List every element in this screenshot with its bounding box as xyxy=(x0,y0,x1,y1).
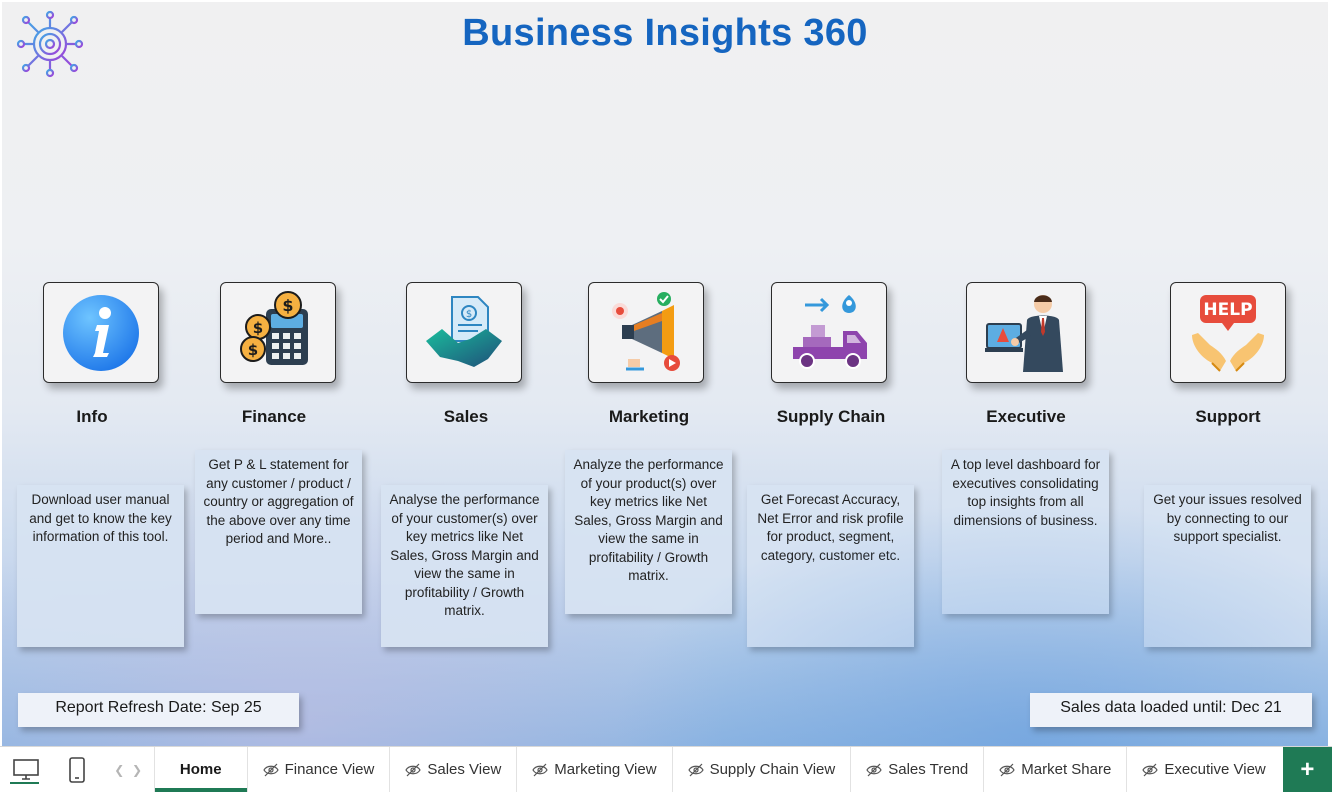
module-label-sales: Sales xyxy=(443,407,489,426)
info-icon xyxy=(63,294,139,371)
sales-tile[interactable]: $ xyxy=(406,282,522,383)
module-desc-executive: A top level dashboard for executives con… xyxy=(942,450,1109,614)
businessman-presentation-icon xyxy=(985,294,1063,372)
tab-label: Sales View xyxy=(427,761,502,778)
mobile-layout-button[interactable] xyxy=(51,747,102,792)
hidden-eye-icon xyxy=(866,763,882,776)
chevron-left-icon[interactable]: ❮ xyxy=(114,763,124,777)
chevron-right-icon[interactable]: ❯ xyxy=(132,763,142,777)
report-refresh-date: Report Refresh Date: Sep 25 xyxy=(18,693,299,727)
page-tab-bar: ❮ ❯ Home Finance View Sales View Marketi… xyxy=(0,746,1332,792)
module-desc-marketing: Analyze the performance of your product(… xyxy=(565,450,732,614)
tab-label: Finance View xyxy=(284,761,375,778)
help-hands-icon: HELP xyxy=(1192,294,1264,372)
report-canvas: Business Insights 360 Info Download user… xyxy=(2,2,1328,746)
tab-market-share[interactable]: Market Share xyxy=(983,747,1126,792)
tab-label: Home xyxy=(179,761,222,778)
hidden-eye-icon xyxy=(262,763,279,776)
module-label-finance: Finance xyxy=(241,407,307,426)
hidden-eye-icon xyxy=(687,763,704,776)
svg-text:$: $ xyxy=(248,341,258,359)
svg-text:$: $ xyxy=(253,319,263,337)
module-desc-info: Download user manual and get to know the… xyxy=(17,485,184,647)
supply-chain-tile[interactable] xyxy=(771,282,887,383)
finance-tile[interactable]: $ $ $ xyxy=(220,282,336,383)
tab-scroll-controls: ❮ ❯ xyxy=(102,747,153,792)
svg-text:HELP: HELP xyxy=(1203,300,1252,320)
tab-home[interactable]: Home xyxy=(153,747,247,792)
megaphone-icon xyxy=(612,291,680,371)
tab-marketing-view[interactable]: Marketing View xyxy=(516,747,671,792)
svg-text:$: $ xyxy=(282,296,293,315)
handshake-contract-icon: $ xyxy=(426,295,502,367)
tab-label: Marketing View xyxy=(554,761,657,778)
tab-finance-view[interactable]: Finance View xyxy=(246,747,390,792)
info-tile[interactable] xyxy=(43,282,159,383)
tab-executive-view[interactable]: Executive View xyxy=(1126,747,1280,792)
svg-text:$: $ xyxy=(466,309,472,320)
mobile-phone-icon xyxy=(69,756,85,783)
module-label-supply-chain: Supply Chain xyxy=(776,407,886,426)
hidden-eye-icon xyxy=(999,763,1015,776)
tab-supply-chain-view[interactable]: Supply Chain View xyxy=(671,747,851,792)
executive-tile[interactable] xyxy=(966,282,1086,383)
sales-data-loaded: Sales data loaded until: Dec 21 xyxy=(1030,693,1312,727)
tab-label: Executive View xyxy=(1164,761,1266,778)
support-tile[interactable]: HELP xyxy=(1170,282,1286,383)
hidden-eye-icon xyxy=(1142,763,1159,776)
module-desc-support: Get your issues resolved by connecting t… xyxy=(1144,485,1311,647)
hidden-eye-icon xyxy=(532,763,548,776)
hidden-eye-icon xyxy=(405,763,422,776)
marketing-tile[interactable] xyxy=(588,282,704,383)
tab-label: Sales Trend xyxy=(888,761,969,778)
tab-sales-trend[interactable]: Sales Trend xyxy=(850,747,983,792)
tab-label: Supply Chain View xyxy=(709,761,836,778)
module-label-marketing: Marketing xyxy=(608,407,690,426)
page-title: Business Insights 360 xyxy=(462,12,868,54)
desktop-icon xyxy=(12,758,39,780)
calculator-coins-icon: $ $ $ xyxy=(240,290,308,365)
module-desc-sales: Analyse the performance of your customer… xyxy=(381,485,548,647)
tab-sales-view[interactable]: Sales View xyxy=(389,747,516,792)
module-desc-supply-chain: Get Forecast Accuracy, Net Error and ris… xyxy=(747,485,914,647)
module-desc-finance: Get P & L statement for any customer / p… xyxy=(195,450,362,614)
delivery-truck-icon xyxy=(793,294,867,369)
desktop-layout-button[interactable] xyxy=(0,747,51,792)
module-label-info: Info xyxy=(76,407,108,426)
module-label-support: Support xyxy=(1195,407,1261,426)
tab-label: Market Share xyxy=(1021,761,1112,778)
module-label-executive: Executive xyxy=(986,407,1066,426)
add-page-button[interactable]: + xyxy=(1282,747,1332,792)
